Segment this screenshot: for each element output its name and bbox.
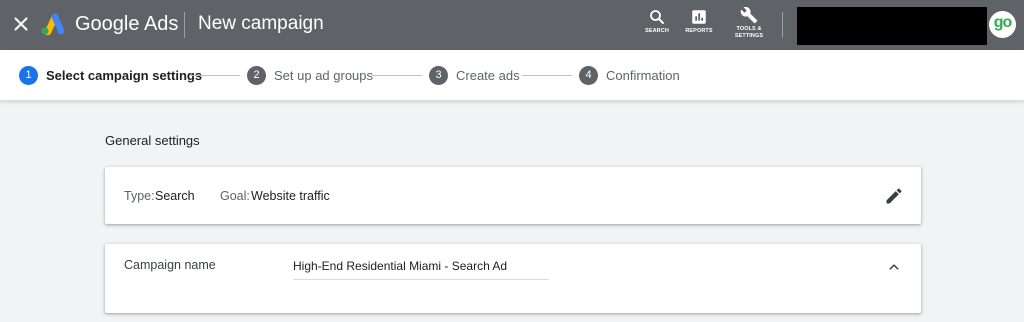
step-label: Set up ad groups bbox=[274, 68, 374, 83]
wrench-icon bbox=[740, 6, 758, 24]
tools-settings-button[interactable]: TOOLS & SETTINGS bbox=[726, 6, 772, 40]
step-connector bbox=[190, 75, 240, 76]
close-icon[interactable] bbox=[10, 13, 32, 35]
pencil-icon[interactable] bbox=[884, 186, 904, 206]
step-number: 3 bbox=[429, 66, 448, 85]
goal-label: Goal: bbox=[220, 189, 250, 203]
step-connector bbox=[522, 75, 572, 76]
step-number: 1 bbox=[19, 66, 38, 85]
campaign-name-card: Campaign name bbox=[105, 244, 921, 313]
campaign-name-input[interactable] bbox=[293, 257, 549, 280]
campaign-name-label: Campaign name bbox=[124, 258, 216, 272]
account-info-redacted[interactable] bbox=[797, 7, 987, 45]
reports-icon bbox=[690, 8, 708, 26]
campaign-stepper: 1 Select campaign settings 2 Set up ad g… bbox=[0, 50, 1024, 101]
step-number: 4 bbox=[579, 66, 598, 85]
avatar-text: go bbox=[993, 14, 1013, 31]
search-label: SEARCH bbox=[645, 28, 669, 34]
top-app-bar: Google Ads New campaign SEARCH REPORTS T… bbox=[0, 0, 1024, 50]
type-label: Type: bbox=[124, 189, 155, 203]
step-number: 2 bbox=[247, 66, 266, 85]
step-label: Select campaign settings bbox=[46, 68, 203, 83]
tools-label-line1: TOOLS & bbox=[736, 26, 762, 32]
avatar[interactable]: go bbox=[989, 11, 1016, 38]
step-label: Confirmation bbox=[606, 68, 680, 83]
header-divider bbox=[184, 12, 185, 38]
reports-label: REPORTS bbox=[685, 28, 713, 34]
google-ads-logo-icon bbox=[40, 12, 66, 36]
tools-label-line2: SETTINGS bbox=[734, 33, 764, 39]
search-icon bbox=[648, 8, 666, 26]
header-divider-right bbox=[782, 12, 783, 38]
reports-button[interactable]: REPORTS bbox=[680, 8, 718, 35]
step-connector bbox=[372, 75, 422, 76]
search-button[interactable]: SEARCH bbox=[640, 8, 674, 35]
type-value: Search bbox=[155, 189, 195, 203]
page-title: New campaign bbox=[198, 13, 324, 34]
brand-title: Google Ads bbox=[75, 13, 179, 35]
general-settings-card: Type: Search Goal: Website traffic bbox=[105, 167, 921, 224]
chevron-up-icon[interactable] bbox=[885, 258, 903, 276]
goal-value: Website traffic bbox=[251, 189, 330, 203]
section-title: General settings bbox=[105, 133, 200, 148]
step-label: Create ads bbox=[456, 68, 520, 83]
